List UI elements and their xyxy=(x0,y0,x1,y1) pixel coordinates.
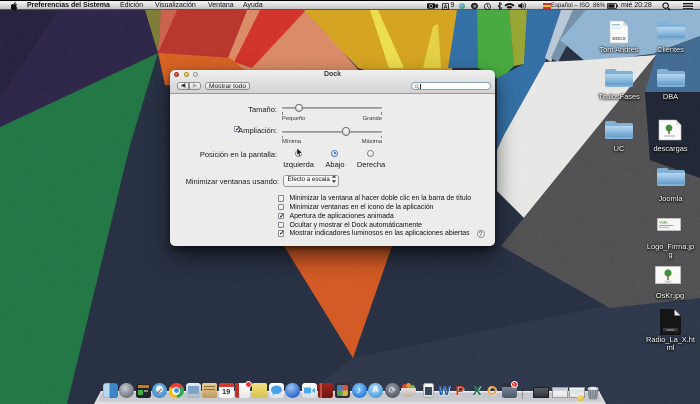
svg-text:A: A xyxy=(444,4,448,9)
svg-text:OsKr: OsKr xyxy=(665,280,672,284)
svg-text:DOCX: DOCX xyxy=(612,36,626,41)
svg-text:HTML: HTML xyxy=(667,328,675,332)
svg-text:Valle: Valle xyxy=(659,220,668,225)
